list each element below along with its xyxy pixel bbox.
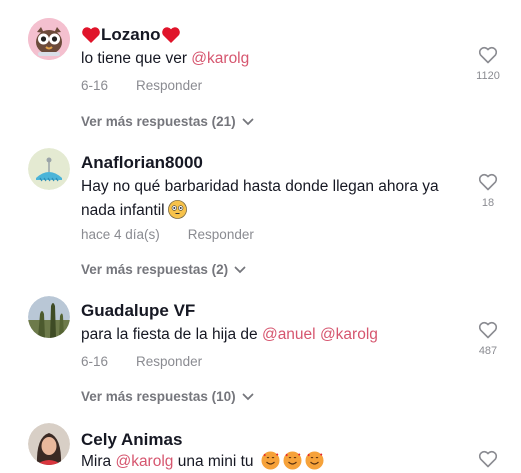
comment-date: hace 4 día(s) [81,227,160,242]
comment-username[interactable]: Lozano [81,25,181,45]
heart-outline-icon [478,173,498,191]
mention-link[interactable]: @karolg [320,326,378,343]
comment-text: Hay no qué barbaridad hasta donde llegan… [81,175,466,223]
username-text: Cely Animas [81,430,183,449]
smiling-face-with-hearts-emoji-icon [283,451,302,470]
view-more-replies[interactable]: Ver más respuestas (10) [81,389,254,404]
comment-username[interactable]: Cely Animas [81,430,182,450]
view-more-replies[interactable]: Ver más respuestas (21) [81,114,254,129]
comment-text: Mira @karolg una mini tu [81,450,461,473]
avatar[interactable] [28,18,70,60]
like-button[interactable]: 18 [472,173,504,209]
like-button[interactable]: 1120 [472,46,504,82]
comment-text-plain: Hay no qué barbaridad hasta donde llegan… [81,178,439,219]
comment-text-plain: Mira [81,453,116,470]
like-button[interactable] [472,450,504,468]
comment-meta: hace 4 día(s) Responder [81,227,254,242]
comment-username[interactable]: Guadalupe VF [81,301,195,321]
comment-username[interactable]: Anaflorian8000 [81,153,203,173]
view-more-label: Ver más respuestas (2) [81,262,229,277]
comment-text-plain: para la fiesta de la hija de [81,326,262,343]
avatar[interactable] [28,296,70,338]
comment-text-after: una mini tu [173,453,254,470]
reply-button[interactable]: Responder [136,354,202,369]
chevron-down-icon [242,118,253,125]
like-count: 18 [481,197,495,209]
chevron-down-icon [242,393,253,400]
view-more-replies[interactable]: Ver más respuestas (2) [81,262,246,277]
comment-text-plain: lo tiene que ver [81,50,192,67]
smiling-face-with-hearts-emoji-icon [261,451,280,470]
heart-outline-icon [478,46,498,64]
comment-meta: 6-16 Responder [81,78,202,93]
comment-text: lo tiene que ver @karolg [81,47,461,71]
reply-button[interactable]: Responder [136,78,202,93]
heart-outline-icon [478,450,498,468]
comment-date: 6-16 [81,354,109,369]
comment-date: 6-16 [81,78,109,93]
username-text: Guadalupe VF [81,301,196,320]
mention-link[interactable]: @karolg [191,50,249,67]
avatar[interactable] [28,423,70,465]
chevron-down-icon [234,266,246,273]
heart-emoji-icon [82,27,100,43]
flushed-face-emoji-icon [167,200,187,219]
avatar[interactable] [28,148,70,190]
heart-outline-icon [478,321,498,339]
username-text: Anaflorian8000 [81,153,203,172]
view-more-label: Ver más respuestas (10) [81,389,236,404]
smiling-face-with-hearts-emoji-icon [305,451,324,470]
username-text: Lozano [101,25,161,44]
mention-link[interactable]: @anuel [262,326,316,343]
comment-meta: 6-16 Responder [81,354,202,369]
reply-button[interactable]: Responder [188,227,254,242]
like-button[interactable]: 487 [472,321,504,357]
comment-text: para la fiesta de la hija de @anuel @kar… [81,323,461,347]
mention-link[interactable]: @karolg [115,453,173,470]
view-more-label: Ver más respuestas (21) [81,114,236,129]
like-count: 1120 [476,70,500,82]
heart-emoji-icon [161,27,180,43]
like-count: 487 [478,345,498,357]
